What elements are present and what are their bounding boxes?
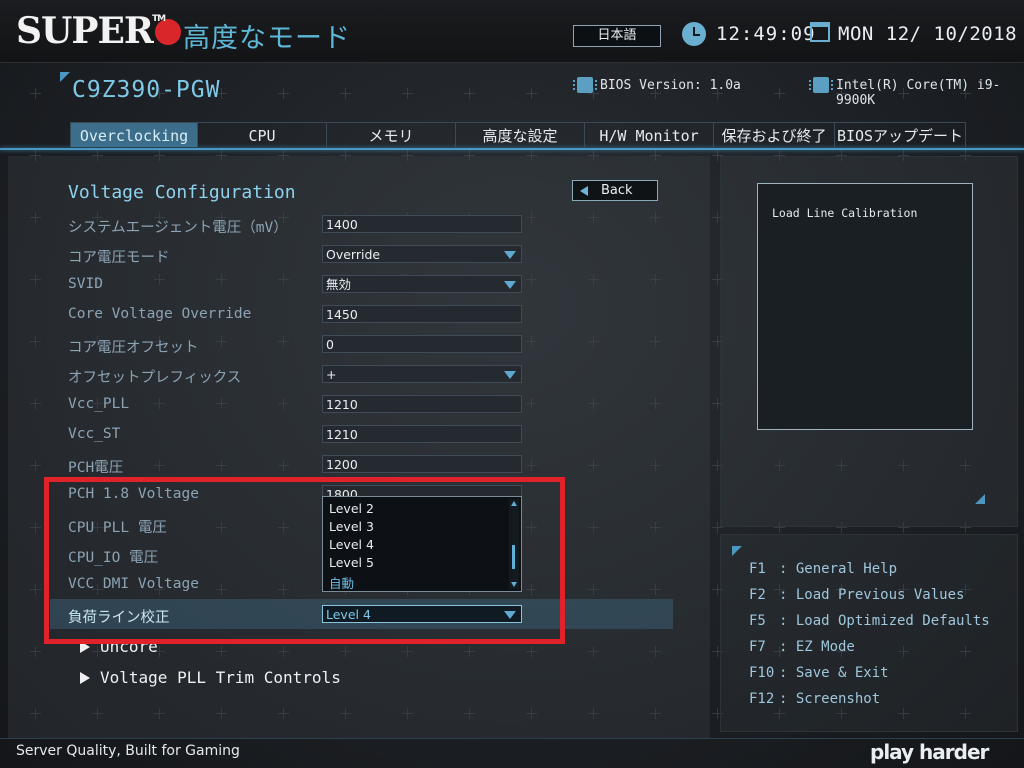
setting-label-pch-voltage: PCH電圧 (68, 460, 124, 476)
hotkey-key: F10 (749, 665, 775, 681)
submenu-voltage-pll-trim-label: Voltage PLL Trim Controls (100, 668, 341, 687)
setting-label-vcc-pll: Vcc_PLL (68, 396, 130, 412)
board-model: C9Z390-PGW (72, 77, 221, 103)
corner-accent (975, 494, 985, 504)
hotkey-f5: F5 : Load Optimized Defaults (749, 613, 990, 629)
setting-label-core-voltage-offset: コア電圧オフセット (68, 340, 199, 356)
tab-memory[interactable]: メモリ (326, 122, 456, 147)
help-description-box (757, 183, 973, 430)
top-bar: SUPER TM 高度なモード 日本語 12:49:09 MON 12/ 10/2… (0, 0, 1024, 63)
expand-arrow-icon (80, 672, 90, 684)
setting-label-core-voltage-override: Core Voltage Override (68, 306, 252, 322)
corner-accent (60, 72, 70, 82)
highlight-annotation-box (44, 477, 565, 644)
hotkey-f10: F10: Save & Exit (749, 665, 889, 681)
background-plus-mark (278, 88, 289, 99)
tab-overclocking[interactable]: Overclocking (70, 122, 198, 147)
mode-title: 高度なモード (183, 23, 351, 54)
hotkey-f1: F1 : General Help (749, 561, 897, 577)
setting-label-offset-prefix: オフセットプレフィックス (68, 370, 242, 386)
tab-advanced[interactable]: 高度な設定 (455, 122, 585, 147)
setting-label-core-voltage-mode: コア電圧モード (68, 250, 170, 266)
setting-label-svid: SVID (68, 276, 103, 292)
brand-logo: SUPER TM (16, 10, 181, 52)
hotkey-f2: F2 : Load Previous Values (749, 587, 964, 603)
tab-bios-update[interactable]: BIOSアップデート (834, 122, 966, 147)
main-tabs: Overclocking CPU メモリ 高度な設定 H/W Monitor 保… (70, 122, 966, 148)
hotkey-key: F2 (749, 587, 766, 603)
cpu-chip-icon (809, 77, 833, 93)
cpu-name: Intel(R) Core(TM) i9-9900K (836, 78, 1001, 108)
footer-slogan: play harder (870, 740, 989, 764)
system-agent-voltage-input[interactable]: 1400 (322, 215, 522, 233)
corner-accent (732, 546, 742, 556)
background-plus-mark (402, 88, 413, 99)
setting-label-system-agent-voltage: システムエージェント電圧（mV） (68, 220, 288, 236)
language-selector[interactable]: 日本語 (573, 25, 661, 47)
system-date[interactable]: MON 12/ 10/2018 (838, 23, 1017, 45)
background-plus-mark (340, 88, 351, 99)
hotkey-desc: : EZ Mode (779, 639, 855, 655)
tab-underline (0, 148, 1024, 150)
bios-chip-icon (573, 77, 597, 93)
chevron-down-icon (504, 371, 516, 379)
footer-tagline: Server Quality, Built for Gaming (16, 743, 240, 759)
back-arrow-icon (580, 186, 588, 196)
hotkey-desc: : Screenshot (779, 691, 881, 707)
help-description-text: Load Line Calibration (772, 206, 918, 220)
core-voltage-mode-select[interactable]: Override (322, 245, 522, 263)
background-plus-mark (30, 88, 41, 99)
system-time[interactable]: 12:49:09 (716, 23, 816, 45)
offset-prefix-value: + (326, 367, 337, 382)
core-voltage-offset-input[interactable]: 0 (322, 335, 522, 353)
hotkey-f7: F7 : EZ Mode (749, 639, 855, 655)
footer-divider (0, 738, 1024, 739)
chevron-down-icon (504, 251, 516, 259)
vcc-pll-input[interactable]: 1210 (322, 395, 522, 413)
background-plus-mark (774, 88, 785, 99)
offset-prefix-select[interactable]: + (322, 365, 522, 383)
hotkey-key: F1 (749, 561, 766, 577)
bios-version: BIOS Version: 1.0a (600, 78, 741, 93)
hotkey-desc: : General Help (779, 561, 898, 577)
core-voltage-override-input[interactable]: 1450 (322, 305, 522, 323)
clock-icon (682, 22, 706, 46)
background-plus-mark (464, 88, 475, 99)
chevron-down-icon (504, 281, 516, 289)
tab-cpu[interactable]: CPU (197, 122, 327, 147)
background-plus-mark (526, 88, 537, 99)
hotkey-key: F12 (749, 691, 775, 707)
core-voltage-mode-value: Override (326, 247, 381, 262)
section-title: Voltage Configuration (68, 182, 296, 203)
hotkey-desc: : Load Previous Values (779, 587, 965, 603)
hotkey-f12: F12: Screenshot (749, 691, 880, 707)
vcc-st-input[interactable]: 1210 (322, 425, 522, 443)
calendar-icon (810, 22, 830, 42)
pch-voltage-input[interactable]: 1200 (322, 455, 522, 473)
hotkey-desc: : Load Optimized Defaults (779, 613, 990, 629)
hotkey-key: F5 (749, 613, 766, 629)
svid-value: 無効 (326, 277, 352, 292)
tab-hw-monitor[interactable]: H/W Monitor (584, 122, 714, 147)
hotkey-desc: : Save & Exit (779, 665, 889, 681)
hotkey-key: F7 (749, 639, 766, 655)
tab-save-exit[interactable]: 保存および終了 (713, 122, 835, 147)
back-button[interactable]: Back (572, 180, 658, 201)
svid-select[interactable]: 無効 (322, 275, 522, 293)
back-button-label: Back (601, 183, 633, 198)
setting-label-vcc-st: Vcc_ST (68, 426, 121, 442)
